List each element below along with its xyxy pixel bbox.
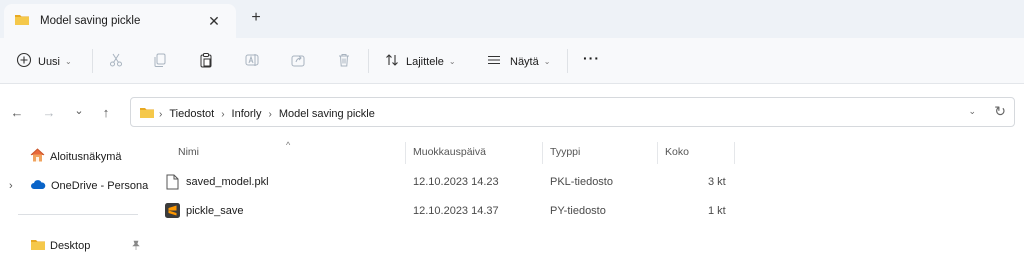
up-arrow-icon[interactable]: ↑ xyxy=(98,106,114,120)
table-row[interactable]: pickle_save 12.10.2023 14.37 PY-tiedosto… xyxy=(160,199,900,225)
recent-locations-icon[interactable]: ⌄ xyxy=(71,104,87,118)
tab-title: Model saving pickle xyxy=(40,15,141,27)
forward-arrow-icon[interactable]: → xyxy=(41,106,57,120)
table-row[interactable]: saved_model.pkl 12.10.2023 14.23 PKL-tie… xyxy=(160,170,900,196)
back-arrow-icon[interactable]: ← xyxy=(9,106,25,120)
new-button[interactable]: Uusi ⌄ xyxy=(16,52,72,71)
cut-icon[interactable] xyxy=(108,52,124,68)
expand-chevron-icon[interactable]: › xyxy=(9,180,13,192)
address-bar[interactable]: › Tiedostot › Inforly › Model saving pic… xyxy=(130,97,1015,127)
breadcrumb-tiedostot[interactable]: Tiedostot xyxy=(169,108,214,120)
sidebar-item-label: OneDrive - Persona xyxy=(51,180,149,192)
folder-icon xyxy=(139,106,155,122)
file-size: 3 kt xyxy=(708,176,726,188)
file-type: PY-tiedosto xyxy=(550,205,606,217)
file-modified: 12.10.2023 14.23 xyxy=(413,176,499,188)
breadcrumb-separator[interactable]: › xyxy=(269,109,272,120)
chevron-down-icon: ⌄ xyxy=(543,57,551,66)
delete-icon[interactable] xyxy=(336,52,352,68)
address-dropdown-icon[interactable]: ⌄ xyxy=(968,106,976,117)
divider xyxy=(92,49,93,73)
sidebar-item-label: Aloitusnäkymä xyxy=(50,150,122,163)
tab-model-saving-pickle[interactable]: Model saving pickle ✕ xyxy=(4,4,236,38)
sort-indicator-icon: ^ xyxy=(286,140,291,150)
pin-icon[interactable] xyxy=(131,240,141,250)
file-name: saved_model.pkl xyxy=(186,176,269,188)
new-tab-button[interactable]: + xyxy=(247,10,265,26)
copy-icon[interactable] xyxy=(152,52,168,68)
plus-circle-icon xyxy=(16,52,32,71)
folder-icon xyxy=(30,238,46,254)
breadcrumb-inforly[interactable]: Inforly xyxy=(232,108,262,120)
share-icon[interactable] xyxy=(290,52,306,68)
breadcrumb-model-saving-pickle[interactable]: Model saving pickle xyxy=(279,108,375,120)
view-button[interactable]: Näytä ⌄ xyxy=(486,52,550,71)
column-divider[interactable] xyxy=(734,142,735,164)
column-divider[interactable] xyxy=(542,142,543,164)
chevron-down-icon: ⌄ xyxy=(65,57,72,66)
divider xyxy=(567,49,568,73)
command-bar: Uusi ⌄ Lajittele ⌄ Näytä ⌄ ··· xyxy=(0,38,1024,84)
column-header-name[interactable]: Nimi xyxy=(178,146,199,158)
file-size: 1 kt xyxy=(708,205,726,217)
cloud-icon xyxy=(30,179,46,193)
file-type: PKL-tiedosto xyxy=(550,176,613,188)
sidebar-item-desktop[interactable]: Desktop xyxy=(30,238,90,254)
refresh-icon[interactable]: ↻ xyxy=(994,103,1006,120)
breadcrumb: › Tiedostot › Inforly › Model saving pic… xyxy=(139,106,375,122)
chevron-down-icon: ⌄ xyxy=(448,57,456,66)
column-header-size[interactable]: Koko xyxy=(665,146,689,158)
close-tab-icon[interactable]: ✕ xyxy=(206,13,222,29)
navigation-pane: Aloitusnäkymä › OneDrive - Persona Deskt… xyxy=(0,140,150,258)
paste-icon[interactable] xyxy=(198,52,214,68)
column-divider[interactable] xyxy=(657,142,658,164)
more-options-button[interactable]: ··· xyxy=(583,50,600,66)
view-icon xyxy=(486,52,502,71)
sidebar-item-home[interactable]: Aloitusnäkymä xyxy=(30,148,122,165)
file-modified: 12.10.2023 14.37 xyxy=(413,205,499,217)
sublime-text-icon xyxy=(165,203,180,221)
sort-button[interactable]: Lajittele ⌄ xyxy=(384,52,456,71)
column-header-modified[interactable]: Muokkauspäivä xyxy=(413,146,486,158)
folder-icon xyxy=(14,13,30,29)
sort-icon xyxy=(384,52,400,71)
breadcrumb-separator[interactable]: › xyxy=(159,109,162,120)
home-icon xyxy=(30,148,45,165)
new-label: Uusi xyxy=(38,55,61,68)
breadcrumb-separator[interactable]: › xyxy=(221,109,224,120)
document-icon xyxy=(166,174,179,193)
divider xyxy=(18,214,138,215)
view-label: Näytä xyxy=(510,55,539,68)
sidebar-item-label: Desktop xyxy=(50,240,91,252)
tab-bar: Model saving pickle ✕ + xyxy=(0,0,1024,38)
address-row: ← → ⌄ ↑ › Tiedostot › Inforly › Model sa… xyxy=(0,84,1024,140)
sidebar-item-onedrive[interactable]: OneDrive - Persona xyxy=(30,179,148,193)
file-list: ^ Nimi Muokkauspäivä Tyyppi Koko saved_m… xyxy=(150,140,1024,258)
rename-icon[interactable] xyxy=(244,52,260,68)
column-divider[interactable] xyxy=(405,142,406,164)
sort-label: Lajittele xyxy=(406,55,444,68)
file-name: pickle_save xyxy=(186,205,244,217)
divider xyxy=(368,49,369,73)
column-header-type[interactable]: Tyyppi xyxy=(550,146,580,158)
